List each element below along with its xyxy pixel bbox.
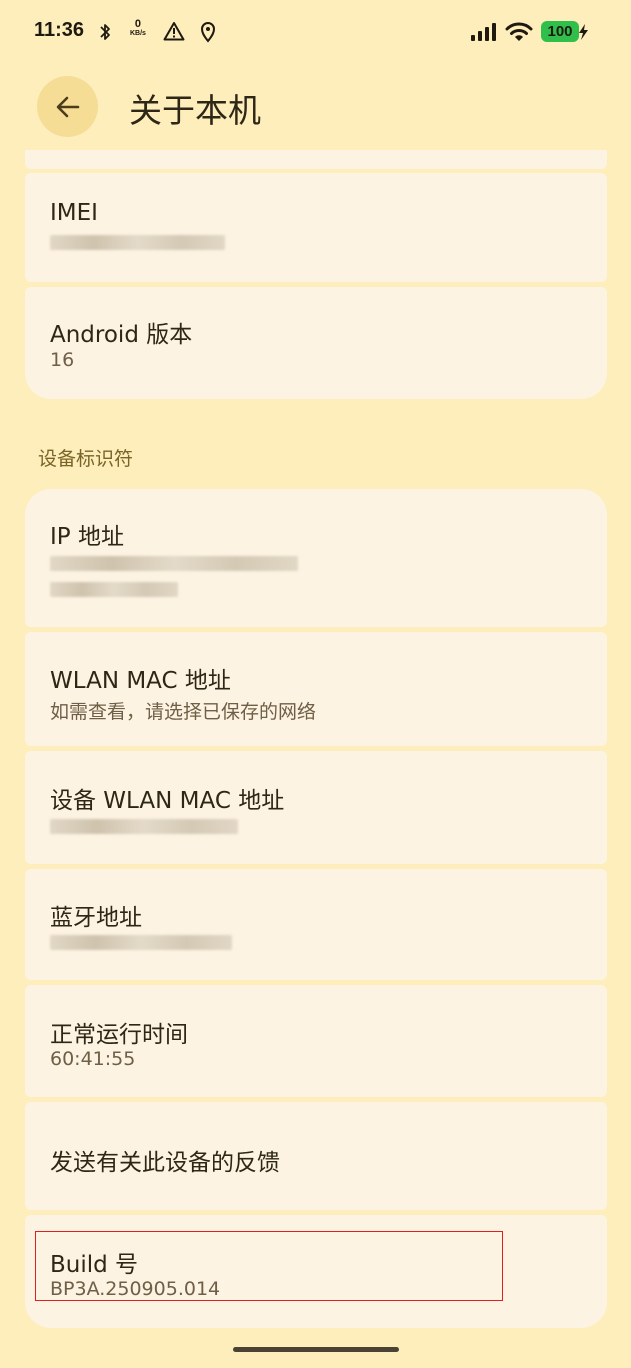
list-item-device-wlan-mac[interactable]: 设备 WLAN MAC 地址 (25, 751, 607, 864)
warning-icon (163, 22, 185, 41)
list-item-send-feedback[interactable]: 发送有关此设备的反馈 (25, 1102, 607, 1210)
list-item-imei[interactable]: IMEI (25, 173, 607, 282)
bluetooth-address-title: 蓝牙地址 (50, 905, 142, 931)
navigation-handle[interactable] (233, 1347, 399, 1352)
charging-icon (579, 24, 588, 40)
signal-icon (471, 23, 496, 41)
bluetooth-address-value-redacted (50, 935, 232, 950)
section-header-device-ids: 设备标识符 (38, 448, 134, 470)
android-version-title: Android 版本 (50, 322, 193, 348)
list-item-wlan-mac[interactable]: WLAN MAC 地址 如需查看，请选择已保存的网络 (25, 632, 607, 746)
list-item-uptime[interactable]: 正常运行时间 60:41:55 (25, 985, 607, 1097)
status-bar: 11:36 0 KB/s 100 (0, 0, 631, 64)
status-time: 11:36 (34, 19, 85, 41)
imei-title: IMEI (50, 200, 98, 226)
list-item-ip-address[interactable]: IP 地址 (25, 489, 607, 627)
network-speed-value: 0 (134, 18, 142, 30)
imei-value-redacted (50, 235, 225, 250)
wlan-mac-title: WLAN MAC 地址 (50, 668, 231, 694)
uptime-title: 正常运行时间 (50, 1022, 188, 1048)
ip-address-value-redacted (50, 582, 178, 597)
list-item-partial (25, 150, 607, 169)
network-speed-unit: KB/s (130, 30, 146, 37)
device-wlan-mac-value-redacted (50, 819, 238, 834)
list-item-bluetooth-address[interactable]: 蓝牙地址 (25, 869, 607, 980)
battery-indicator: 100 (541, 21, 579, 42)
wlan-mac-value: 如需查看，请选择已保存的网络 (50, 701, 317, 723)
list-item-android-version[interactable]: Android 版本 16 (25, 287, 607, 399)
send-feedback-title: 发送有关此设备的反馈 (50, 1150, 280, 1176)
highlight-box (35, 1231, 503, 1301)
wifi-icon (505, 22, 533, 41)
ip-address-value-redacted (50, 556, 298, 571)
bluetooth-icon (100, 24, 110, 40)
ip-address-title: IP 地址 (50, 524, 124, 550)
device-wlan-mac-title: 设备 WLAN MAC 地址 (50, 788, 285, 814)
uptime-value: 60:41:55 (50, 1048, 136, 1070)
network-speed: 0 KB/s (130, 18, 146, 38)
location-icon (200, 22, 216, 43)
back-arrow-icon (56, 96, 79, 117)
android-version-value: 16 (50, 349, 75, 371)
back-button[interactable] (37, 76, 98, 137)
page-title: 关于本机 (129, 91, 261, 130)
